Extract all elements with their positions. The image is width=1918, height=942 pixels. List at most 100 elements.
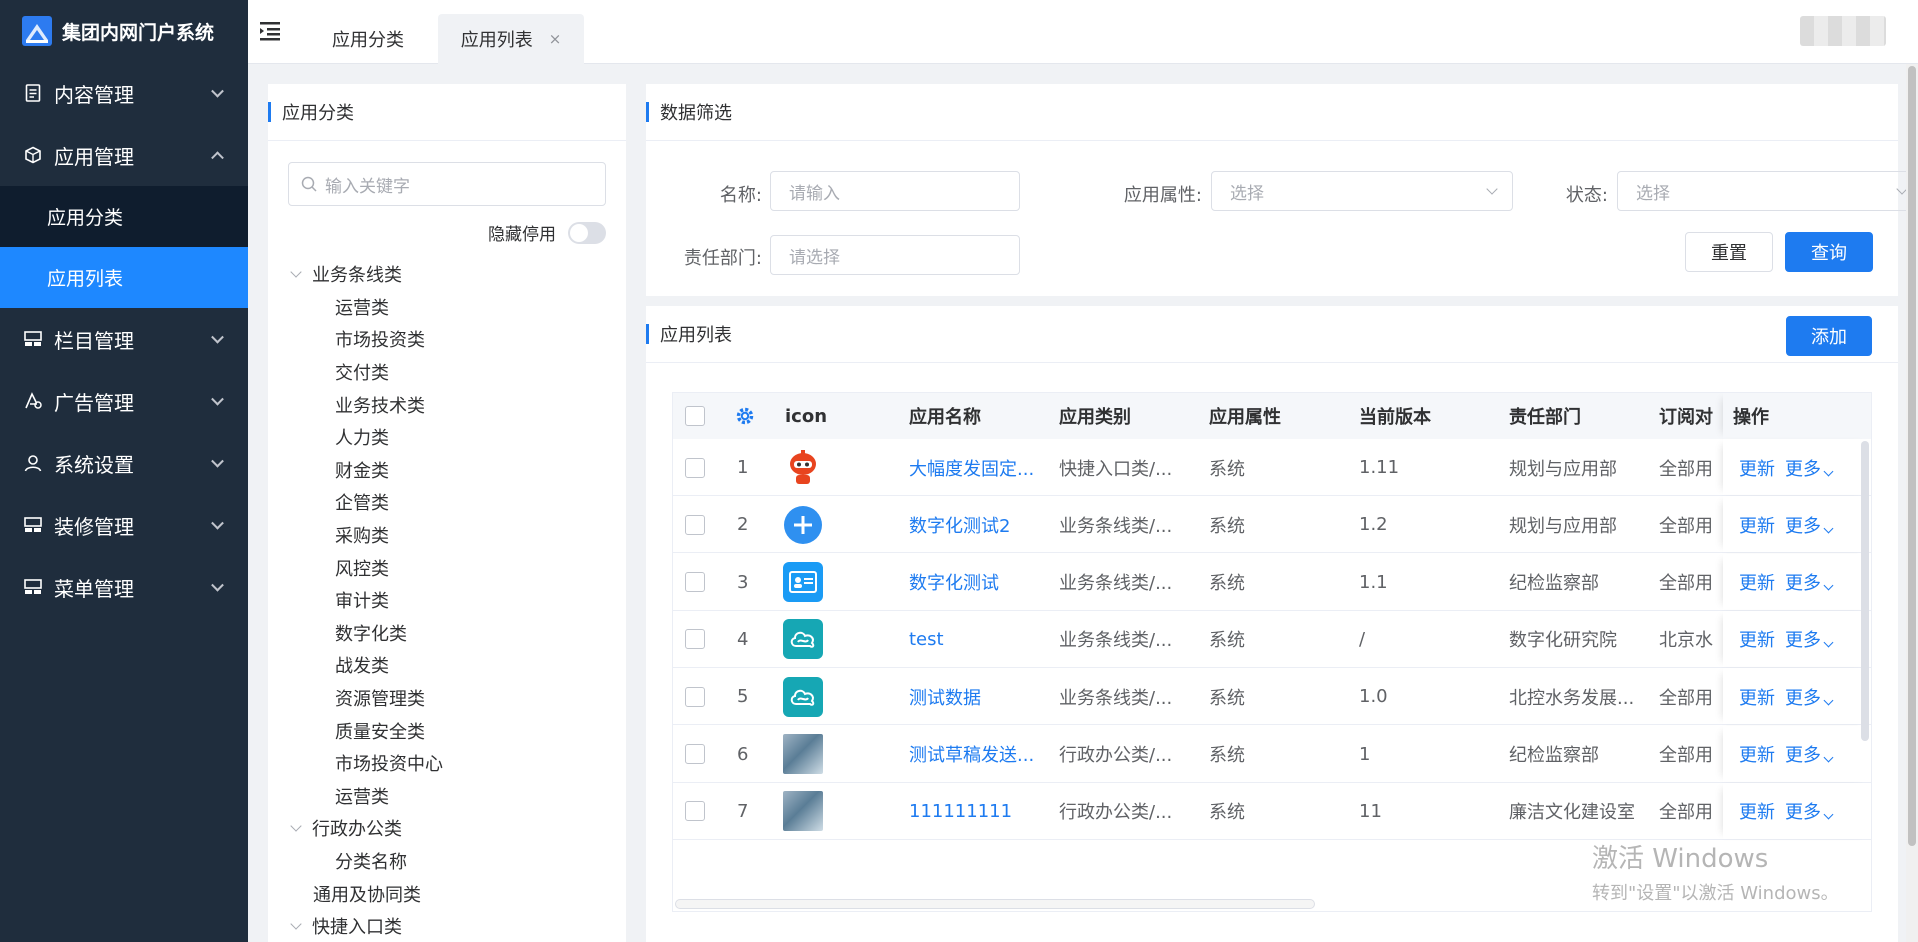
page-scrollbar-thumb[interactable] [1908,66,1916,846]
row-checkbox[interactable] [685,439,705,496]
tree-node[interactable]: 市场投资中心 [288,747,608,780]
tree-node[interactable]: 人力类 [288,421,608,454]
close-icon[interactable]: × [549,30,562,48]
update-link[interactable]: 更新 [1739,626,1775,652]
chevron-down-icon [1823,695,1834,706]
app-name-link[interactable]: test [909,611,944,668]
app-name-link[interactable]: 大幅度发固定... [909,439,1034,496]
tree-node[interactable]: 采购类 [288,519,608,552]
sidebar-item-app-list[interactable]: 应用列表 [0,247,248,308]
avatar[interactable] [1800,16,1886,46]
more-link[interactable]: 更多 [1785,512,1834,538]
more-link[interactable]: 更多 [1785,741,1834,767]
tree-node[interactable]: 企管类 [288,486,608,519]
search-input[interactable]: 输入关键字 [288,162,606,206]
select-all-checkbox[interactable] [685,393,705,439]
update-link[interactable]: 更新 [1739,741,1775,767]
chevron-down-icon [1823,752,1834,763]
app-subscribe: 北京水 [1659,630,1713,652]
column-settings-icon[interactable] [735,393,755,439]
sidebar-item-content[interactable]: 内容管理 [0,62,248,124]
tree-node[interactable]: 市场投资类 [288,323,608,356]
table-row[interactable]: 4 test 业务条线类/... 系统 / 数字化研究院 北京水 更新 更多 [673,610,1871,668]
tree-node[interactable]: 业务技术类 [288,388,608,421]
tree-node[interactable]: 质量安全类 [288,714,608,747]
sidebar-item-app-category[interactable]: 应用分类 [0,186,248,247]
update-link[interactable]: 更新 [1739,798,1775,824]
table-row[interactable]: 3 数字化测试 业务条线类/... 系统 1.1 纪检监察部 全部用 更新 更多 [673,553,1871,611]
app-category: 业务条线类/... [1059,630,1173,652]
table-row[interactable]: 2 数字化测试2 业务条线类/... 系统 1.2 规划与应用部 全部用 更新 更多 [673,496,1871,554]
tree-node[interactable]: 通用及协同类 [288,877,608,910]
sidebar-item-settings[interactable]: 系统设置 [0,432,248,494]
row-checkbox[interactable] [685,783,705,840]
row-checkbox[interactable] [685,726,705,783]
tree-node[interactable]: 行政办公类 [288,812,608,845]
sidebar-item-label: 应用管理 [54,144,134,169]
table-row[interactable]: 5 测试数据 业务条线类/... 系统 1.0 北控水务发展... 全部用 更新 更多 [673,668,1871,726]
more-link[interactable]: 更多 [1785,684,1834,710]
name-input[interactable]: 请输入 [770,171,1020,211]
table-vertical-scrollbar[interactable] [1861,441,1869,741]
status-select[interactable]: 选择 [1617,171,1918,211]
app-attr: 系统 [1209,745,1245,766]
chevron-down-icon[interactable] [290,266,302,278]
app-name-link[interactable]: 测试数据 [909,668,981,725]
app-name-link[interactable]: 数字化测试2 [909,496,1010,553]
sidebar-item-label: 系统设置 [54,452,134,477]
page-scrollbar[interactable] [1906,64,1918,942]
tab-app-list[interactable]: 应用列表 × [438,14,584,64]
tree-node[interactable]: 战发类 [288,649,608,682]
table-row[interactable]: 1 大幅度发固定... 快捷入口类/... 系统 1.11 规划与应用部 全部用 更新 更多 [673,439,1871,496]
tree-node[interactable]: 审计类 [288,584,608,617]
table-horizontal-scrollbar[interactable] [675,899,1315,909]
more-link[interactable]: 更多 [1785,455,1834,481]
add-button[interactable]: 添加 [1786,316,1872,356]
dept-placeholder: 请选择 [789,247,840,268]
app-name-link[interactable]: 测试草稿发送... [909,726,1034,783]
tree-node[interactable]: 交付类 [288,356,608,389]
update-link[interactable]: 更新 [1739,512,1775,538]
update-link[interactable]: 更新 [1739,569,1775,595]
update-link[interactable]: 更新 [1739,455,1775,481]
hide-disabled-switch[interactable] [568,221,606,244]
row-checkbox[interactable] [685,496,705,553]
table-row[interactable]: 7 111111111 行政办公类/... 系统 11 廉洁文化建设室 全部用 更新 更多 [673,782,1871,840]
update-link[interactable]: 更新 [1739,684,1775,710]
collapse-menu-icon[interactable] [258,20,282,42]
tree-node[interactable]: 资源管理类 [288,682,608,715]
name-placeholder: 请输入 [789,183,840,204]
tree-node-label: 风控类 [335,558,389,580]
more-link[interactable]: 更多 [1785,798,1834,824]
tree-node[interactable]: 快捷入口类 [288,910,608,942]
tree-node[interactable]: 财金类 [288,454,608,487]
sidebar-item-ads[interactable]: 广告管理 [0,370,248,432]
chevron-down-icon[interactable] [290,918,302,930]
tree-node[interactable]: 运营类 [288,780,608,813]
app-name-link[interactable]: 数字化测试 [909,554,999,611]
app-dept: 廉洁文化建设室 [1509,802,1635,824]
tree-node[interactable]: 运营类 [288,291,608,324]
chevron-down-icon[interactable] [290,820,302,833]
row-checkbox[interactable] [685,554,705,611]
sidebar-item-menus[interactable]: 菜单管理 [0,556,248,618]
table-row[interactable]: 6 测试草稿发送... 行政办公类/... 系统 1 纪检监察部 全部用 更新 更多 [673,725,1871,783]
more-link[interactable]: 更多 [1785,569,1834,595]
tree-node[interactable]: 分类名称 [288,845,608,878]
query-button[interactable]: 查询 [1785,232,1873,272]
chevron-down-icon [211,454,224,468]
tab-app-category[interactable]: 应用分类 [298,14,438,64]
dept-select[interactable]: 请选择 [770,235,1020,275]
sidebar-item-apps[interactable]: 应用管理 [0,124,248,186]
app-name-link[interactable]: 111111111 [909,783,1012,840]
row-checkbox[interactable] [685,611,705,668]
attr-select[interactable]: 选择 [1211,171,1513,211]
sidebar-item-columns[interactable]: 栏目管理 [0,308,248,370]
reset-button[interactable]: 重置 [1685,232,1773,272]
more-link[interactable]: 更多 [1785,626,1834,652]
tree-node[interactable]: 风控类 [288,551,608,584]
row-checkbox[interactable] [685,668,705,725]
tree-node[interactable]: 业务条线类 [288,258,608,291]
tree-node[interactable]: 数字化类 [288,617,608,650]
sidebar-item-decoration[interactable]: 装修管理 [0,494,248,556]
